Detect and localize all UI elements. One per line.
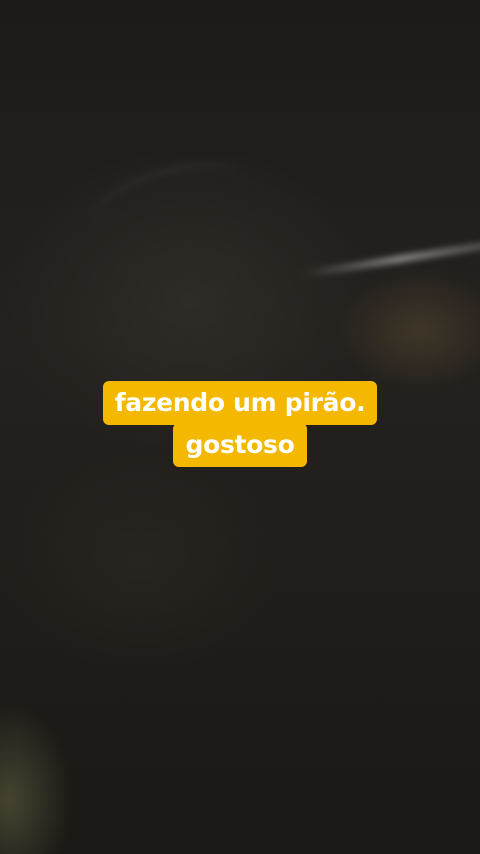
background-reflection <box>84 150 256 253</box>
caption-line-2: gostoso <box>173 423 307 467</box>
caption-line-1: fazendo um pirão. <box>102 381 378 425</box>
video-frame[interactable]: fazendo um pirão. gostoso <box>0 0 480 854</box>
light-glare <box>300 239 480 279</box>
caption-overlay: fazendo um pirão. gostoso <box>0 381 480 467</box>
